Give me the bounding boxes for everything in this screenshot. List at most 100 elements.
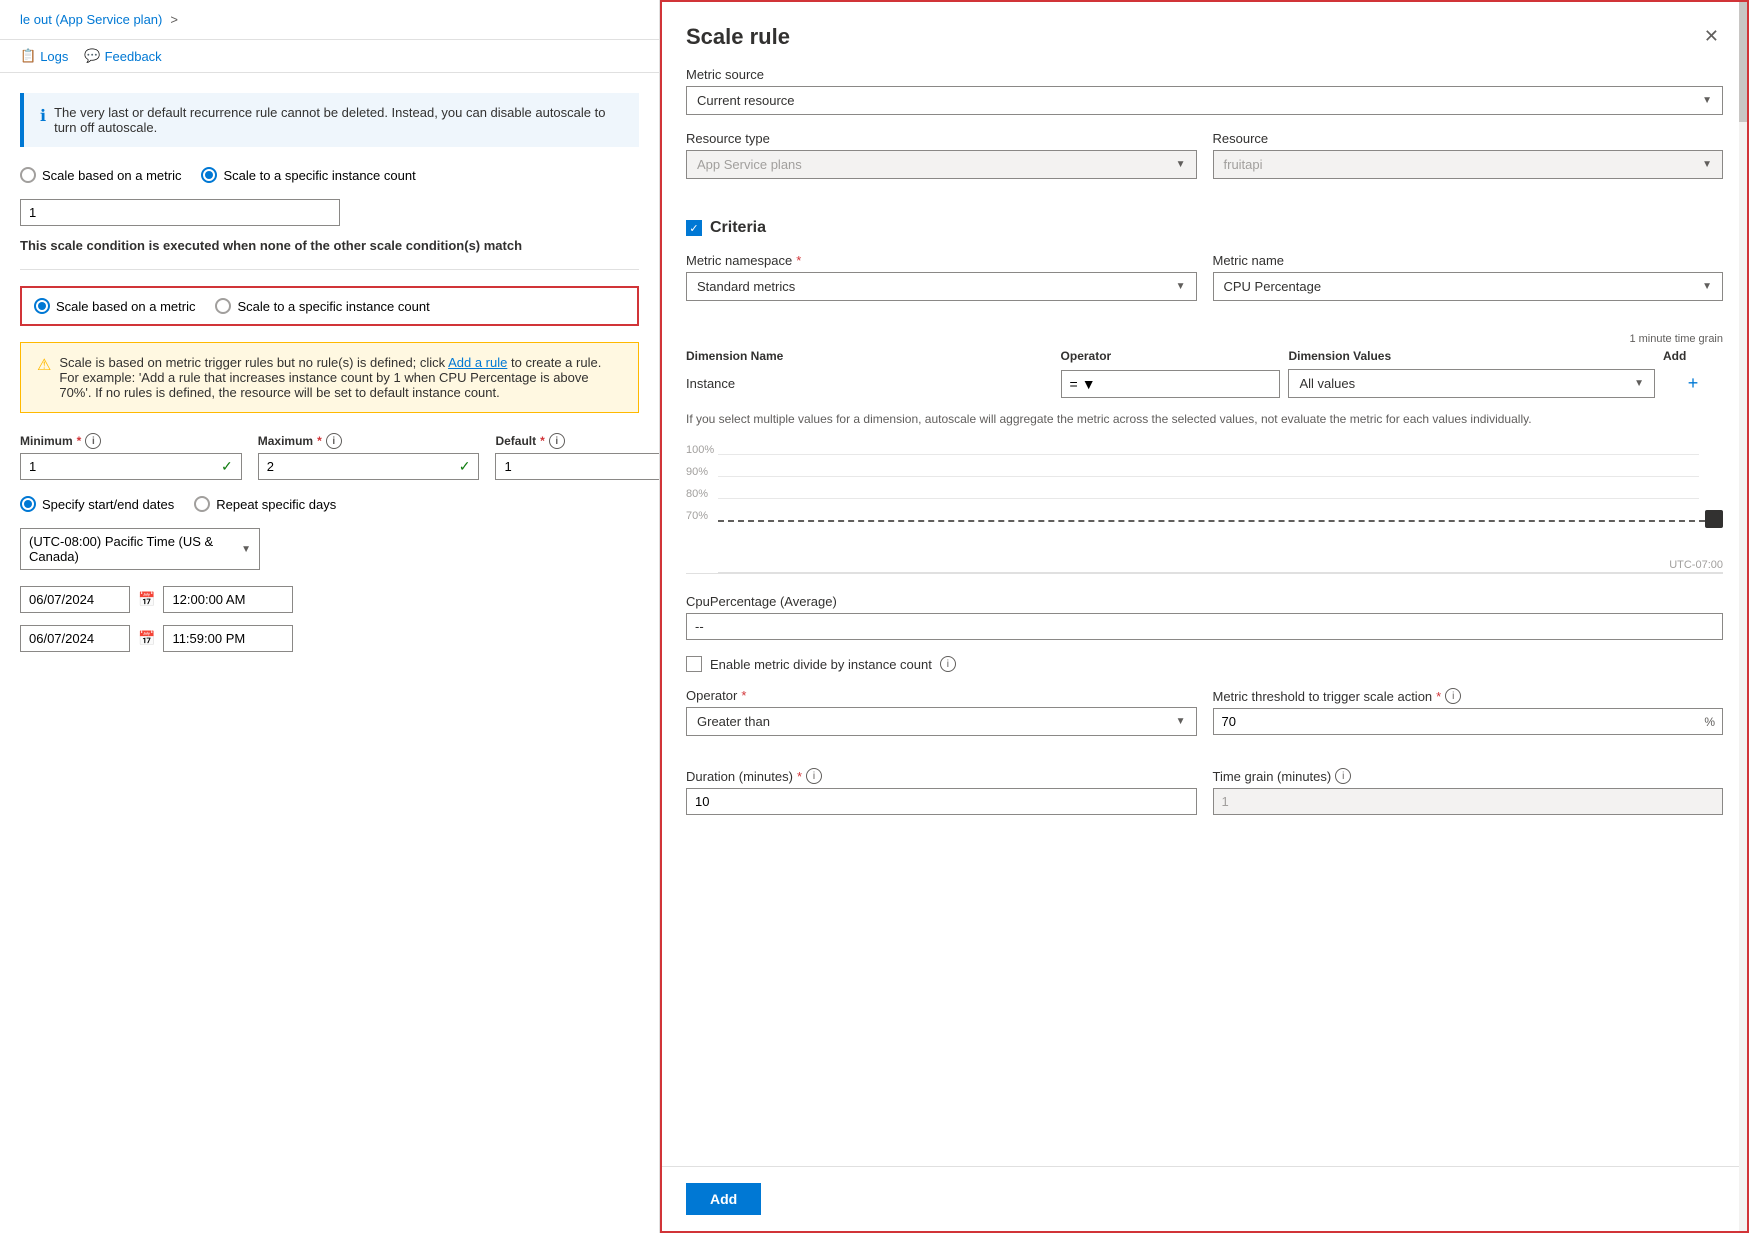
maximum-input-wrapper: 2 ✓ <box>258 453 480 480</box>
metric-source-arrow: ▼ <box>1702 95 1712 106</box>
resource-label: Resource <box>1213 131 1724 146</box>
feedback-button[interactable]: 💬 Feedback <box>84 48 161 64</box>
minimum-check-icon: ✓ <box>213 458 241 475</box>
operator-label: Operator * <box>686 688 1197 703</box>
start-date-input[interactable]: 06/07/2024 <box>20 586 130 613</box>
criteria-checkbox[interactable]: ✓ <box>686 220 702 236</box>
start-date-calendar-icon[interactable]: 📅 <box>138 591 155 608</box>
repeat-days-label: Repeat specific days <box>216 497 336 512</box>
dimension-data-row: Instance = ▼ All values ▼ + <box>686 369 1723 398</box>
resource-type-section: Resource type App Service plans ▼ <box>686 131 1197 179</box>
metric-namespace-select[interactable]: Standard metrics ▼ <box>686 272 1197 301</box>
warning-box: ⚠ Scale is based on metric trigger rules… <box>20 342 639 413</box>
metric-source-label: Metric source <box>686 67 1723 82</box>
duration-required-star: * <box>797 769 802 784</box>
scrollbar-thumb[interactable] <box>1739 2 1747 122</box>
specify-dates-radio[interactable]: Specify start/end dates <box>20 496 174 512</box>
chart-grid-80 <box>718 498 1699 499</box>
repeat-days-radio[interactable]: Repeat specific days <box>194 496 336 512</box>
duration-section: Duration (minutes) * i 10 <box>686 768 1197 815</box>
minimum-info-icon[interactable]: i <box>85 433 101 449</box>
resource-select[interactable]: fruitapi ▼ <box>1213 150 1724 179</box>
chart-label-70: 70% <box>686 510 708 522</box>
time-grain-info[interactable]: i <box>1335 768 1351 784</box>
enable-metric-divide-checkbox[interactable] <box>686 656 702 672</box>
metric-name-select[interactable]: CPU Percentage ▼ <box>1213 272 1724 301</box>
metric-display-label: CpuPercentage (Average) <box>686 594 1723 609</box>
metric-source-select[interactable]: Current resource ▼ <box>686 86 1723 115</box>
scrollbar-track[interactable] <box>1739 2 1747 1231</box>
dimension-operator-arrow: ▼ <box>1082 376 1096 392</box>
resource-row: Resource type App Service plans ▼ Resour… <box>686 131 1723 195</box>
resource-type-value: App Service plans <box>697 157 1176 172</box>
close-button[interactable]: ✕ <box>1700 22 1723 51</box>
chart-grid-100 <box>718 454 1699 455</box>
resource-type-select[interactable]: App Service plans ▼ <box>686 150 1197 179</box>
breadcrumb: le out (App Service plan) > <box>0 0 659 40</box>
metric-name-value: CPU Percentage <box>1224 279 1703 294</box>
maximum-label: Maximum * i <box>258 433 480 449</box>
info-icon: ℹ <box>40 106 46 126</box>
add-rule-button[interactable]: Add <box>686 1183 761 1215</box>
minimum-input[interactable]: 1 <box>21 454 213 479</box>
threshold-percent-label: % <box>1704 715 1715 729</box>
default-info-icon[interactable]: i <box>549 433 565 449</box>
operator-select[interactable]: Greater than ▼ <box>686 707 1197 736</box>
minimum-required-star: * <box>77 434 82 448</box>
timezone-select[interactable]: (UTC-08:00) Pacific Time (US & Canada) ▼ <box>20 528 260 570</box>
add-rule-link[interactable]: Add a rule <box>448 355 507 370</box>
metric-threshold-input[interactable]: 70 <box>1213 708 1724 735</box>
operator-threshold-row: Operator * Greater than ▼ Metric thresho… <box>686 688 1723 752</box>
timezone-text: (UTC-08:00) Pacific Time (US & Canada) <box>29 534 241 564</box>
chart-baseline <box>718 572 1723 573</box>
timezone-dropdown-arrow: ▼ <box>241 544 251 555</box>
dimension-add-button[interactable]: + <box>1663 373 1723 394</box>
metric-source-section: Metric source Current resource ▼ <box>686 67 1723 115</box>
scale-based-metric-radio-1[interactable]: Scale based on a metric <box>20 167 181 183</box>
end-time-input[interactable]: 11:59:00 PM <box>163 625 293 652</box>
metric-namespace-row: Metric namespace * Standard metrics ▼ Me… <box>686 253 1723 317</box>
end-date-calendar-icon[interactable]: 📅 <box>138 630 155 647</box>
end-date-input[interactable]: 06/07/2024 <box>20 625 130 652</box>
metric-namespace-required: * <box>796 253 801 268</box>
scale-based-metric-radio-2[interactable]: Scale based on a metric <box>34 298 195 314</box>
duration-timegrain-row: Duration (minutes) * i 10 Time grain (mi… <box>686 768 1723 831</box>
metric-namespace-section: Metric namespace * Standard metrics ▼ <box>686 253 1197 301</box>
maximum-input[interactable]: 2 <box>259 454 451 479</box>
scale-to-count-radio-1[interactable]: Scale to a specific instance count <box>201 167 415 183</box>
toolbar: 📋 Logs 💬 Feedback <box>0 40 659 73</box>
metric-namespace-arrow: ▼ <box>1176 281 1186 292</box>
time-grain-section: Time grain (minutes) i 1 <box>1213 768 1724 815</box>
maximum-info-icon[interactable]: i <box>326 433 342 449</box>
operator-section: Operator * Greater than ▼ <box>686 688 1197 736</box>
metric-threshold-info[interactable]: i <box>1445 688 1461 704</box>
chart-dashed-70 <box>718 520 1715 522</box>
instance-count-input[interactable]: 1 <box>20 199 340 226</box>
enable-metric-divide-info[interactable]: i <box>940 656 956 672</box>
default-field-group: Default * i 1 ✓ <box>495 433 659 480</box>
metric-display-input[interactable]: -- <box>686 613 1723 640</box>
logs-button[interactable]: 📋 Logs <box>20 48 68 64</box>
maximum-required-star: * <box>317 434 322 448</box>
operator-header: Operator <box>1061 349 1281 363</box>
breadcrumb-link[interactable]: le out (App Service plan) <box>20 12 162 27</box>
left-content: ℹ The very last or default recurrence ru… <box>0 73 659 1233</box>
dimension-operator-select[interactable]: = ▼ <box>1061 370 1281 398</box>
dialog-header: Scale rule ✕ <box>662 2 1747 67</box>
start-time-input[interactable]: 12:00:00 AM <box>163 586 293 613</box>
metric-namespace-value: Standard metrics <box>697 279 1176 294</box>
dimension-values-select[interactable]: All values ▼ <box>1288 369 1655 398</box>
scale-to-count-radio-2[interactable]: Scale to a specific instance count <box>215 298 429 314</box>
scale-rule-dialog: Scale rule ✕ Metric source Current resou… <box>660 0 1749 1233</box>
criteria-title: Criteria <box>710 219 766 237</box>
warning-text: Scale is based on metric trigger rules b… <box>59 355 622 400</box>
duration-input[interactable]: 10 <box>686 788 1197 815</box>
default-input[interactable]: 1 <box>496 454 659 479</box>
default-required-star: * <box>540 434 545 448</box>
end-date-row: 06/07/2024 📅 11:59:00 PM <box>20 625 639 652</box>
dimension-name-header: Dimension Name <box>686 349 1053 363</box>
enable-metric-divide-label: Enable metric divide by instance count <box>710 657 932 672</box>
duration-info[interactable]: i <box>806 768 822 784</box>
operator-arrow: ▼ <box>1176 716 1186 727</box>
operator-value: Greater than <box>697 714 1176 729</box>
